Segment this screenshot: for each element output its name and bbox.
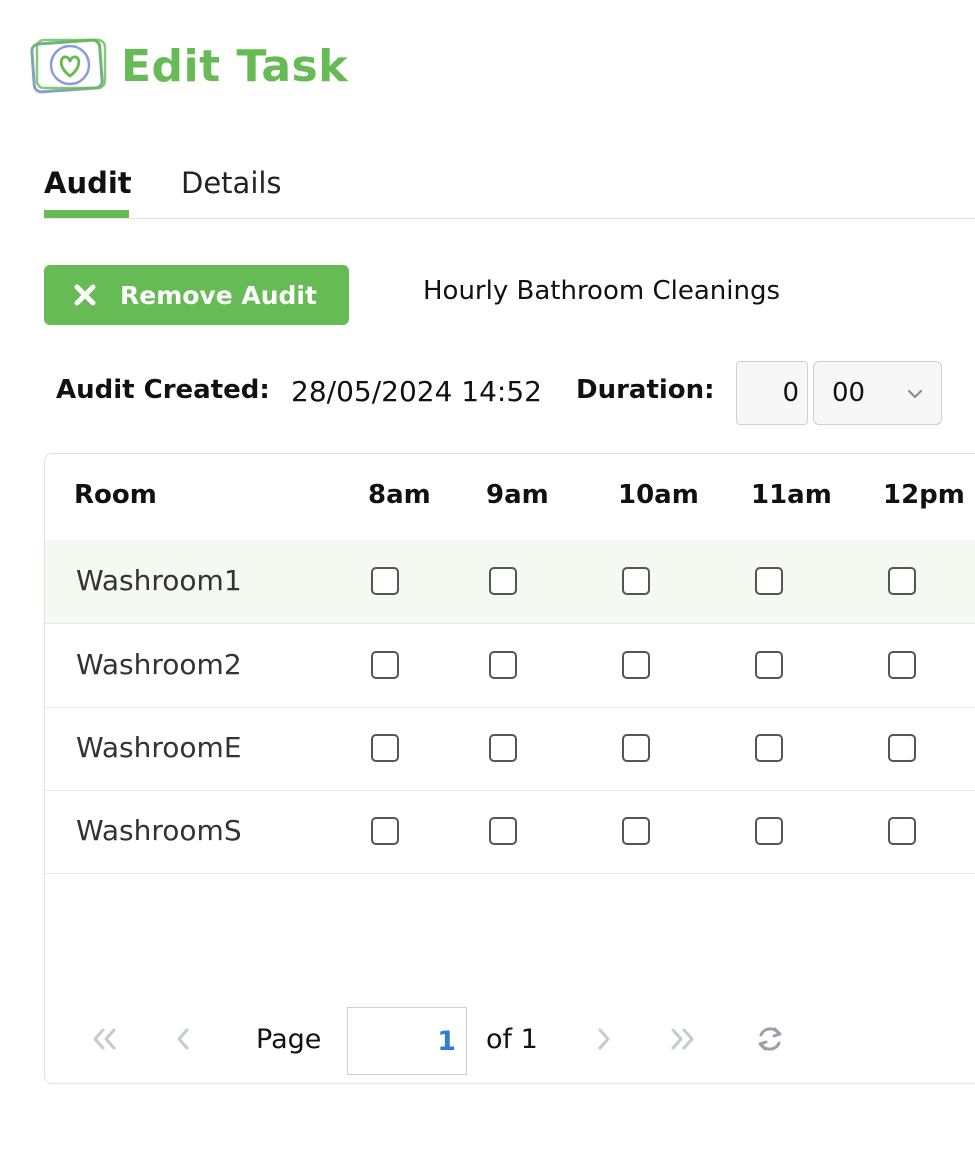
checkbox-12pm[interactable]	[888, 567, 916, 595]
checkbox-12pm[interactable]	[888, 817, 916, 845]
audit-created-value: 28/05/2024 14:52	[291, 375, 542, 408]
column-header-10am[interactable]: 10am	[618, 480, 699, 510]
pagination-bar: Page of 1	[45, 1004, 975, 1075]
room-name: WashroomE	[76, 731, 242, 764]
grid-header: Room 8am 9am 10am 11am 12pm	[45, 454, 975, 541]
refresh-icon[interactable]	[753, 1022, 787, 1056]
tab-audit-label: Audit	[44, 166, 132, 200]
column-header-8am[interactable]: 8am	[368, 480, 431, 510]
checkbox-11am[interactable]	[755, 567, 783, 595]
table-row[interactable]: WashroomS	[45, 790, 975, 874]
heart-camera-logo-icon	[27, 36, 109, 96]
remove-audit-button[interactable]: Remove Audit	[44, 265, 349, 325]
checkbox-9am[interactable]	[489, 734, 517, 762]
next-page-icon[interactable]	[587, 1022, 621, 1056]
checkbox-11am[interactable]	[755, 651, 783, 679]
column-header-12pm[interactable]: 12pm	[883, 480, 965, 510]
tab-audit[interactable]: Audit	[44, 150, 132, 218]
page-label: Page	[256, 1024, 322, 1055]
previous-page-icon[interactable]	[166, 1022, 200, 1056]
checkbox-12pm[interactable]	[888, 651, 916, 679]
column-header-room[interactable]: Room	[74, 480, 157, 510]
checkbox-10am[interactable]	[622, 567, 650, 595]
tab-details[interactable]: Details	[181, 150, 282, 216]
checkbox-8am[interactable]	[371, 651, 399, 679]
tab-details-label: Details	[181, 166, 282, 200]
checkbox-9am[interactable]	[489, 817, 517, 845]
table-row[interactable]: WashroomE	[45, 707, 975, 791]
room-name: WashroomS	[76, 814, 242, 847]
room-name: Washroom2	[76, 648, 242, 681]
tab-bar: Audit Details	[44, 150, 975, 219]
checkbox-10am[interactable]	[622, 651, 650, 679]
last-page-icon[interactable]	[666, 1022, 700, 1056]
checkbox-12pm[interactable]	[888, 734, 916, 762]
table-row[interactable]: Washroom2	[45, 624, 975, 708]
checkbox-9am[interactable]	[489, 567, 517, 595]
duration-hours-value: 0	[782, 378, 799, 408]
column-header-9am[interactable]: 9am	[486, 480, 549, 510]
checkbox-11am[interactable]	[755, 734, 783, 762]
page-count-label: of 1	[486, 1024, 538, 1055]
table-row[interactable]: Washroom1	[45, 540, 975, 624]
checkbox-9am[interactable]	[489, 651, 517, 679]
page-title: Edit Task	[121, 40, 348, 92]
checkbox-10am[interactable]	[622, 817, 650, 845]
audit-grid: Room 8am 9am 10am 11am 12pm Washroom1 Wa…	[44, 453, 975, 1084]
column-header-11am[interactable]: 11am	[751, 480, 832, 510]
duration-minutes-value: 00	[832, 378, 866, 408]
checkbox-11am[interactable]	[755, 817, 783, 845]
close-icon	[74, 284, 96, 306]
remove-audit-label: Remove Audit	[120, 280, 317, 310]
page-number-input[interactable]	[347, 1007, 467, 1075]
duration-minutes-select[interactable]: 00	[813, 361, 942, 425]
duration-label: Duration:	[576, 375, 715, 405]
chevron-down-icon	[908, 390, 922, 398]
first-page-icon[interactable]	[87, 1022, 121, 1056]
audit-created-label: Audit Created:	[56, 375, 270, 405]
checkbox-8am[interactable]	[371, 567, 399, 595]
checkbox-10am[interactable]	[622, 734, 650, 762]
room-name: Washroom1	[76, 564, 242, 597]
checkbox-8am[interactable]	[371, 734, 399, 762]
duration-hours-input[interactable]: 0	[736, 361, 808, 425]
audit-name: Hourly Bathroom Cleanings	[423, 276, 781, 306]
checkbox-8am[interactable]	[371, 817, 399, 845]
page-header: Edit Task	[27, 36, 348, 96]
